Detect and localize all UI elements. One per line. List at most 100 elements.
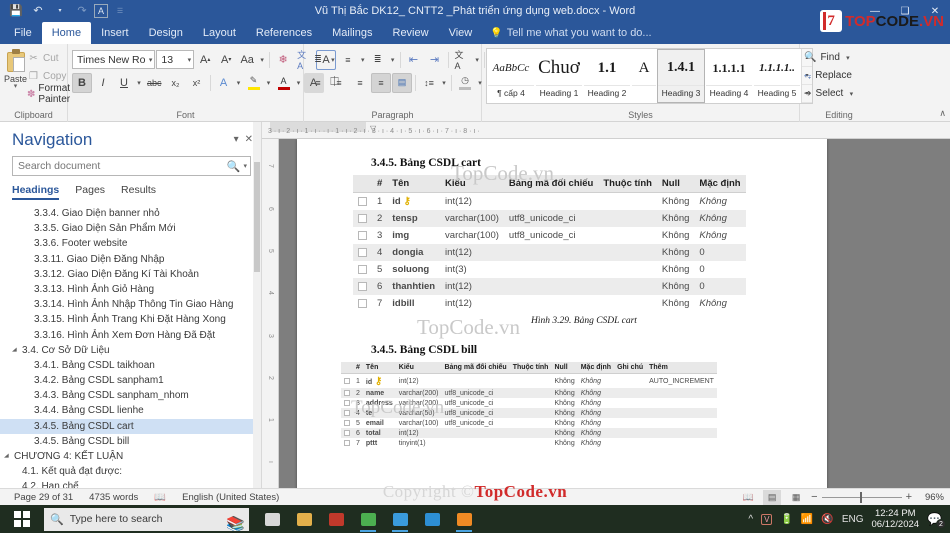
tab-view[interactable]: View <box>439 22 483 44</box>
find-button[interactable]: 🔍 Find ▾ <box>804 49 855 66</box>
nav-heading-item[interactable]: 3.4.1. Bảng CSDL taikhoan <box>0 358 261 373</box>
table-row[interactable]: 6 total int(12) Không Không <box>341 428 717 438</box>
decrease-indent-button[interactable]: ⇤ <box>404 50 424 70</box>
find-caret-icon[interactable]: ▾ <box>844 54 852 62</box>
text-highlight-color-button[interactable]: ✎ <box>244 73 264 93</box>
nav-tab-results[interactable]: Results <box>121 184 156 200</box>
row-checkbox[interactable] <box>341 373 353 388</box>
document-page[interactable]: TopCode.vn TopCode.vn TopCode.vn 3.4.5. … <box>297 139 827 488</box>
navigation-options-icon[interactable]: ▾ <box>234 134 239 145</box>
tab-insert[interactable]: Insert <box>91 22 139 44</box>
language-indicator[interactable]: English (United States) <box>174 492 287 503</box>
row-checkbox[interactable] <box>353 278 372 295</box>
tell-me-search[interactable]: 💡 Tell me what you want to do... <box>482 22 659 44</box>
numbering-caret-icon[interactable]: ▾ <box>359 56 367 64</box>
nav-tab-pages[interactable]: Pages <box>75 184 105 200</box>
nav-heading-item[interactable]: 3.3.5. Giao Diện Sản Phẩm Mới <box>0 221 261 236</box>
table-row[interactable]: 7 pttt tinyint(1) Không Không <box>341 438 717 448</box>
numbering-button[interactable]: ≡ <box>338 50 358 70</box>
select-caret-icon[interactable]: ▾ <box>847 90 855 98</box>
nav-heading-item[interactable]: 3.3.6. Footer website <box>0 236 261 251</box>
replace-button[interactable]: ⥆ Replace <box>804 67 855 84</box>
multilevel-list-button[interactable]: ≣ <box>368 50 388 70</box>
nav-heading-item[interactable]: 3.4.3. Bảng CSDL sanpham_nhom <box>0 388 261 403</box>
zoom-level[interactable]: 96% <box>918 492 944 503</box>
nav-heading-item[interactable]: 3.3.4. Giao Diện banner nhỏ <box>0 206 261 221</box>
shrink-font-button[interactable]: A ▾ <box>216 50 236 70</box>
tab-references[interactable]: References <box>246 22 322 44</box>
row-checkbox[interactable] <box>341 428 353 438</box>
table-row[interactable]: 5 soluong int(3) Không 0 <box>353 261 746 278</box>
search-icon[interactable]: 🔍 <box>227 160 241 173</box>
row-checkbox[interactable] <box>353 295 372 312</box>
nav-heading-item[interactable]: 4.1. Kết quả đạt được: <box>0 464 261 479</box>
read-mode-button[interactable]: 📖 <box>739 490 757 505</box>
row-checkbox[interactable] <box>341 408 353 418</box>
subscript-button[interactable]: x₂ <box>166 73 186 93</box>
bill-schema-table[interactable]: # Tên Kiểu Bảng mã đối chiếu Thuộc tính Null M… <box>341 362 717 448</box>
align-right-button[interactable]: ≡ <box>350 73 370 93</box>
superscript-button[interactable]: x² <box>187 73 207 93</box>
strikethrough-button[interactable]: abc <box>144 73 165 93</box>
redo-icon[interactable]: ↷ <box>72 2 92 20</box>
table-row[interactable]: 4 dongia int(12) Không 0 <box>353 244 746 261</box>
underline-caret-icon[interactable]: ▾ <box>135 79 143 87</box>
indent-marker-icon[interactable]: ▽ <box>370 124 376 133</box>
distributed-button[interactable]: ▤ <box>392 72 412 93</box>
xampp-icon[interactable] <box>449 505 479 533</box>
tab-review[interactable]: Review <box>383 22 439 44</box>
print-layout-button[interactable]: ▤ <box>763 489 782 505</box>
nav-heading-item[interactable]: 3.3.15. Hình Ảnh Trang Khi Đặt Hàng Xong <box>0 312 261 327</box>
table-row[interactable]: 5 email varchar(100) utf8_unicode_ci Không Kh… <box>341 418 717 428</box>
line-spacing-caret-icon[interactable]: ▾ <box>440 79 448 87</box>
text-effects-caret-icon[interactable]: ▾ <box>235 79 243 87</box>
zoom-slider[interactable]: − + <box>811 491 912 503</box>
language-indicator[interactable]: ENG <box>842 514 864 525</box>
bullets-caret-icon[interactable]: ▾ <box>329 56 337 64</box>
network-icon[interactable]: 📶 <box>801 514 813 525</box>
nav-heading-item[interactable]: ◢ 3.4. Cơ Sở Dữ Liệu <box>0 343 261 358</box>
multilevel-caret-icon[interactable]: ▾ <box>389 56 397 64</box>
align-left-button[interactable]: ≡ <box>308 73 328 93</box>
search-options-icon[interactable]: ▾ <box>243 162 247 170</box>
zoom-slider-knob[interactable] <box>859 491 862 503</box>
undo-dropdown-icon[interactable]: ▾ <box>50 2 70 20</box>
bullets-button[interactable]: ≣ <box>308 50 328 70</box>
navigation-scrollbar[interactable] <box>253 122 261 488</box>
text-effects-button[interactable]: A <box>214 73 234 93</box>
vertical-ruler[interactable]: 7 6 5 4 3 2 1 ı <box>262 139 279 488</box>
grow-font-button[interactable]: A ▴ <box>195 50 215 70</box>
underline-button[interactable]: U <box>114 73 134 93</box>
notification-icon[interactable]: 💬 2 <box>927 512 946 529</box>
font-color-caret-icon[interactable]: ▾ <box>295 79 303 87</box>
row-checkbox[interactable] <box>341 438 353 448</box>
cart-schema-table[interactable]: # Tên Kiểu Bảng mã đối chiếu Thuộc tính Null M… <box>353 175 746 312</box>
tab-design[interactable]: Design <box>139 22 193 44</box>
style-item-6[interactable]: 1.1.1.1.. Heading 5 <box>753 49 801 103</box>
sort-asian-caret-icon[interactable]: ▾ <box>473 56 481 64</box>
style-item-5[interactable]: 1.1.1.1 Heading 4 <box>705 49 753 103</box>
nav-heading-item[interactable]: 3.3.13. Hình Ảnh Giỏ Hàng <box>0 282 261 297</box>
paste-dropdown-icon[interactable]: ▾ <box>14 83 18 90</box>
table-row[interactable]: 3 address varchar(200) utf8_unicode_ci Không… <box>341 398 717 408</box>
row-checkbox[interactable] <box>353 192 372 210</box>
tab-mailings[interactable]: Mailings <box>322 22 382 44</box>
nav-heading-item[interactable]: ◢ CHƯƠNG 4: KẾT LUẬN <box>0 449 261 464</box>
bold-button[interactable]: B <box>72 72 92 93</box>
row-checkbox[interactable] <box>341 398 353 408</box>
autosave-icon[interactable]: A <box>94 4 108 18</box>
shading-button[interactable]: ◷ <box>455 73 475 93</box>
table-row[interactable]: 2 name varchar(200) utf8_unicode_ci Không Khô… <box>341 388 717 398</box>
change-case-caret-icon[interactable]: ▾ <box>258 56 266 64</box>
line-spacing-button[interactable]: ↕≡ <box>419 73 439 93</box>
save-icon[interactable]: 💾 <box>6 2 26 20</box>
start-button[interactable] <box>0 511 44 527</box>
paste-button[interactable]: Paste ▾ <box>4 47 27 90</box>
tab-layout[interactable]: Layout <box>193 22 246 44</box>
volume-muted-icon[interactable]: 🔇 <box>821 514 833 525</box>
file-explorer-icon[interactable] <box>289 505 319 533</box>
zoom-out-button[interactable]: − <box>811 491 817 503</box>
justify-button[interactable]: ≡ <box>371 72 391 93</box>
sort-asian-button[interactable]: 文A <box>452 50 473 71</box>
row-checkbox[interactable] <box>353 244 372 261</box>
